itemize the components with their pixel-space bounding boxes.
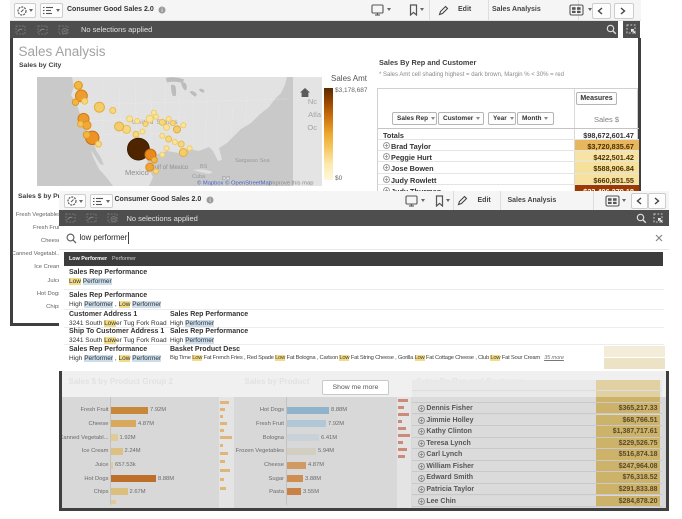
svg-text:© Mapbox © OpenStreetMap: © Mapbox © OpenStreetMap [197,180,272,187]
svg-text:Sargasso Sea: Sargasso Sea [235,158,270,164]
svg-text:Nc: Nc [307,97,316,106]
svg-text:i: i [209,198,210,204]
svg-text:Atla: Atla [308,110,322,119]
svg-text:BS: BS [200,164,208,170]
svg-text:Improve this map: Improve this map [269,181,313,187]
svg-text:i: i [161,8,162,14]
svg-text:Mexico: Mexico [125,168,149,177]
svg-text:Cuba: Cuba [192,174,206,180]
svg-text:Oc: Oc [307,123,317,132]
